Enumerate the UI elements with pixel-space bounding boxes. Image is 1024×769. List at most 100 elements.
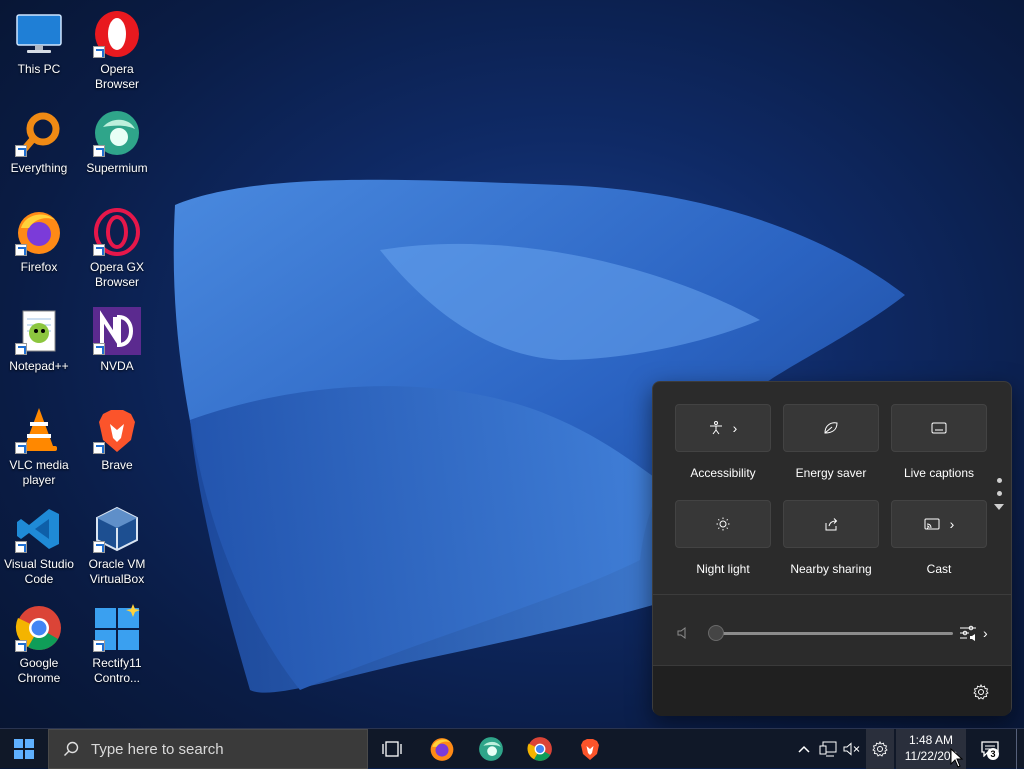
tile-cast: › Cast [891,500,989,576]
desktop-icon-rectify11[interactable]: Rectify11 Contro... [78,598,156,692]
cast-icon [924,518,940,530]
desktop-icon-vlc[interactable]: VLC media player [0,400,78,494]
shortcut-arrow-icon [93,145,105,157]
volume-button[interactable] [840,729,864,769]
tile-accessibility: › Accessibility [675,404,773,480]
desktop-icon-brave[interactable]: Brave [78,400,156,494]
virtualbox-icon [93,505,141,553]
page-dot [996,478,1002,483]
nvda-icon [93,307,141,355]
tile-live-captions: Live captions [891,404,989,480]
shortcut-arrow-icon [15,442,27,454]
start-button[interactable] [0,729,48,769]
desktop-icon-everything[interactable]: Everything [0,103,78,197]
clock-time: 1:48 AM [908,733,954,747]
firefox-icon [430,738,454,761]
taskbar-supermium[interactable] [467,729,515,769]
audio-mixer-icon [960,625,976,641]
cast-button[interactable]: › [891,500,987,548]
quick-settings-footer [653,665,1011,716]
chevron-right-icon: › [732,420,738,436]
desktop-icon-label: Visual Studio Code [4,557,74,586]
energy-saver-icon [824,422,838,434]
shortcut-arrow-icon [93,442,105,454]
desktop-icon-chrome[interactable]: Google Chrome [0,598,78,692]
shortcut-arrow-icon [93,244,105,256]
brave-icon [581,739,599,760]
shortcut-arrow-icon [15,541,27,553]
accessibility-button[interactable]: › [675,404,771,452]
volume-slider[interactable] [715,632,953,635]
night-light-icon [716,517,730,531]
this-pc-icon [15,10,63,58]
shortcut-arrow-icon [93,343,105,355]
desktop-icon-label: Firefox [20,260,58,274]
vscode-icon [15,505,63,553]
search-icon [64,741,79,756]
desktop-icon-label: Everything [10,161,68,175]
tile-night-light: Night light [675,500,773,576]
desktop-icon-firefox[interactable]: Firefox [0,202,78,296]
desktop-icon-label: This PC [17,62,61,76]
gear-icon[interactable] [973,684,989,700]
shortcut-arrow-icon [93,640,105,652]
rectify11-icon [93,604,141,652]
firefox-icon [15,208,63,256]
accessibility-icon [709,421,722,435]
chevron-right-icon: › [983,625,988,641]
energy-saver-button[interactable] [783,404,879,452]
mouse-cursor [950,748,964,768]
live-captions-icon [931,422,947,434]
audio-output-button[interactable]: › [959,623,995,643]
chrome-icon [15,604,63,652]
tile-label: Night light [696,562,750,576]
desktop-icon-nvda[interactable]: NVDA [78,301,156,395]
shortcut-arrow-icon [93,46,105,58]
task-view-button[interactable] [368,729,416,769]
everything-icon [15,109,63,157]
taskbar-search-box[interactable]: Type here to search [48,729,368,769]
desktop-icon-label: Brave [101,458,133,472]
chevron-right-icon: › [949,516,955,532]
desktop-icon-label: VLC media player [9,458,69,487]
quick-settings-panel: › Accessibility Energy saver Live captio… [652,381,1012,716]
tile-label: Nearby sharing [790,562,872,576]
opera-icon [93,10,141,58]
supermium-icon [93,109,141,157]
show-desktop-button[interactable] [1016,729,1024,769]
chevron-down-icon [994,504,1004,510]
desktop-icon-label: NVDA [100,359,134,373]
gear-icon [872,741,888,757]
nearby-sharing-icon [825,518,838,531]
live-captions-button[interactable] [891,404,987,452]
tile-label: Energy saver [795,466,867,480]
tile-label: Live captions [903,466,975,480]
desktop-icon-virtualbox[interactable]: Oracle VM VirtualBox [78,499,156,593]
shortcut-arrow-icon [15,244,27,256]
volume-slider-thumb[interactable] [708,625,724,641]
task-view-icon [382,741,402,757]
volume-muted-icon[interactable] [677,626,689,640]
night-light-button[interactable] [675,500,771,548]
page-indicator[interactable] [993,478,1005,510]
desktop-icon-notepadpp[interactable]: Notepad++ [0,301,78,395]
shortcut-arrow-icon [93,541,105,553]
desktop-icon-supermium[interactable]: Supermium [78,103,156,197]
page-dot [996,491,1002,496]
taskbar-brave[interactable] [566,729,614,769]
desktop-icon-label: Opera Browser [94,62,139,91]
nearby-sharing-button[interactable] [783,500,879,548]
show-hidden-icons-button[interactable] [794,729,814,769]
desktop-icon-this-pc[interactable]: This PC [0,4,78,98]
windows-logo-icon [14,739,34,759]
desktop-icon-opera-gx[interactable]: Opera GX Browser [78,202,156,296]
notification-count-badge: 3 [987,748,999,760]
desktop-icon-vscode[interactable]: Visual Studio Code [0,499,78,593]
desktop-icon-opera[interactable]: Opera Browser [78,4,156,98]
shortcut-arrow-icon [15,145,27,157]
taskbar-chrome[interactable] [516,729,564,769]
taskbar: Type here to search 1:48 AM 11/22/202 [0,728,1024,769]
network-button[interactable] [816,729,840,769]
quick-settings-button[interactable] [866,729,894,769]
taskbar-firefox[interactable] [418,729,466,769]
